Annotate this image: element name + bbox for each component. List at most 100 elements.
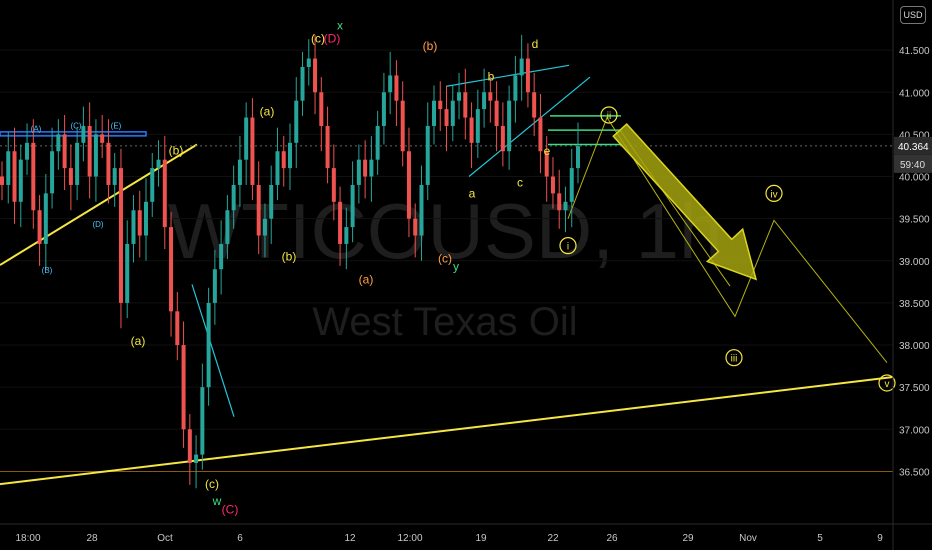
candle-body	[375, 125, 380, 160]
candle-body	[200, 387, 205, 455]
candle-body	[488, 92, 493, 101]
candle-body	[450, 100, 455, 126]
candle-body	[463, 92, 468, 118]
resistance-box	[0, 131, 147, 137]
wave-label: a	[469, 186, 476, 200]
candle-body	[250, 117, 255, 185]
candle-body	[144, 201, 148, 236]
wave-label: (a)	[260, 105, 275, 119]
y-tick-label: 38.500	[899, 299, 930, 310]
candle-body	[306, 58, 311, 67]
wave-label: b	[488, 69, 495, 83]
candle-body	[131, 210, 136, 244]
candle-body	[100, 134, 105, 143]
currency-badge[interactable]: USD	[900, 6, 926, 24]
candle-body	[6, 151, 11, 185]
candle-body	[363, 159, 368, 177]
countdown-value: 59:40	[900, 160, 925, 171]
wave-label: (b)	[282, 250, 297, 264]
x-tick-label: 22	[547, 533, 559, 544]
wave-label: (c)	[438, 251, 452, 265]
candle-body	[563, 201, 568, 211]
candle-body	[569, 168, 574, 202]
candle-body	[219, 243, 224, 270]
candle-body	[81, 125, 86, 143]
wave-label: (D)	[324, 31, 341, 45]
wave-label: (C)	[222, 502, 239, 516]
candle-body	[275, 151, 280, 185]
watermark-name: West Texas Oil	[312, 300, 577, 344]
wave-label: (a)	[359, 272, 374, 286]
candle-body	[118, 168, 123, 303]
x-tick-label: 9	[877, 533, 883, 544]
trendline-lower	[0, 376, 894, 486]
candle-body	[150, 168, 155, 202]
wave-label: (b)	[169, 143, 184, 157]
candle-body	[331, 168, 336, 202]
candle-body	[344, 227, 349, 244]
wave-label: d	[532, 37, 539, 51]
price-chart: WTICOUSD, 1h West Texas Oil (A) (C) (E) (B)…	[0, 0, 932, 550]
circle-text: i	[567, 242, 569, 253]
candle-body	[50, 151, 55, 194]
candle-body	[37, 210, 42, 244]
candle-body	[444, 109, 449, 126]
candle-body	[212, 269, 217, 303]
circle-text: iii	[731, 354, 738, 365]
candle-body	[137, 210, 142, 236]
wave-label: (D)	[92, 220, 103, 229]
candle-body	[519, 58, 524, 76]
candle-body	[62, 134, 67, 169]
candle-body	[313, 58, 318, 93]
candle-body	[432, 100, 436, 126]
candle-body	[68, 168, 73, 185]
x-tick-label: 5	[817, 533, 823, 544]
candle-body	[325, 125, 330, 169]
candle-body	[56, 134, 61, 152]
candle-body	[413, 218, 418, 236]
y-tick-label: 38.000	[899, 341, 930, 352]
wave-label: x	[337, 19, 343, 33]
candle-body	[269, 184, 274, 219]
channel-top	[445, 64, 570, 87]
y-tick-label: 39.000	[899, 257, 930, 268]
wave-label: (b)	[423, 39, 438, 53]
y-tick-label: 41.500	[899, 46, 930, 57]
candle-body	[300, 66, 305, 101]
candle-body	[482, 92, 487, 110]
candle-body	[25, 142, 30, 160]
candle-body	[525, 58, 530, 93]
candle-body	[356, 159, 361, 185]
candle-body	[0, 176, 4, 185]
candle-body	[381, 92, 386, 126]
candle-body	[400, 100, 405, 152]
candle-body	[93, 134, 98, 177]
candle-body	[43, 193, 48, 244]
candle-body	[538, 117, 543, 152]
candle-body	[87, 125, 92, 177]
candle-body	[350, 184, 355, 228]
candle-body	[225, 210, 230, 244]
candle-body	[388, 75, 393, 93]
wave-label: (A)	[31, 125, 42, 134]
y-tick-label: 37.000	[899, 425, 930, 436]
candle-body	[244, 117, 249, 160]
candle-body	[12, 151, 17, 202]
candle-body	[419, 184, 424, 236]
candle-body	[288, 142, 292, 169]
candle-body	[494, 100, 499, 126]
wave-label: (C)	[70, 121, 81, 130]
candle-body	[369, 159, 374, 177]
y-tick-label: 41.000	[899, 88, 930, 99]
x-tick-label: Oct	[157, 533, 173, 544]
candle-body	[319, 92, 324, 126]
x-tick-label: 28	[86, 533, 98, 544]
y-tick-label: 39.500	[899, 215, 930, 226]
candle-body	[281, 151, 286, 169]
wave-label: (a)	[131, 334, 146, 348]
candle-body	[338, 201, 343, 244]
candle-body	[532, 92, 537, 118]
x-tick-label: 29	[682, 533, 694, 544]
candle-body	[187, 429, 192, 464]
candle-body	[262, 218, 267, 236]
